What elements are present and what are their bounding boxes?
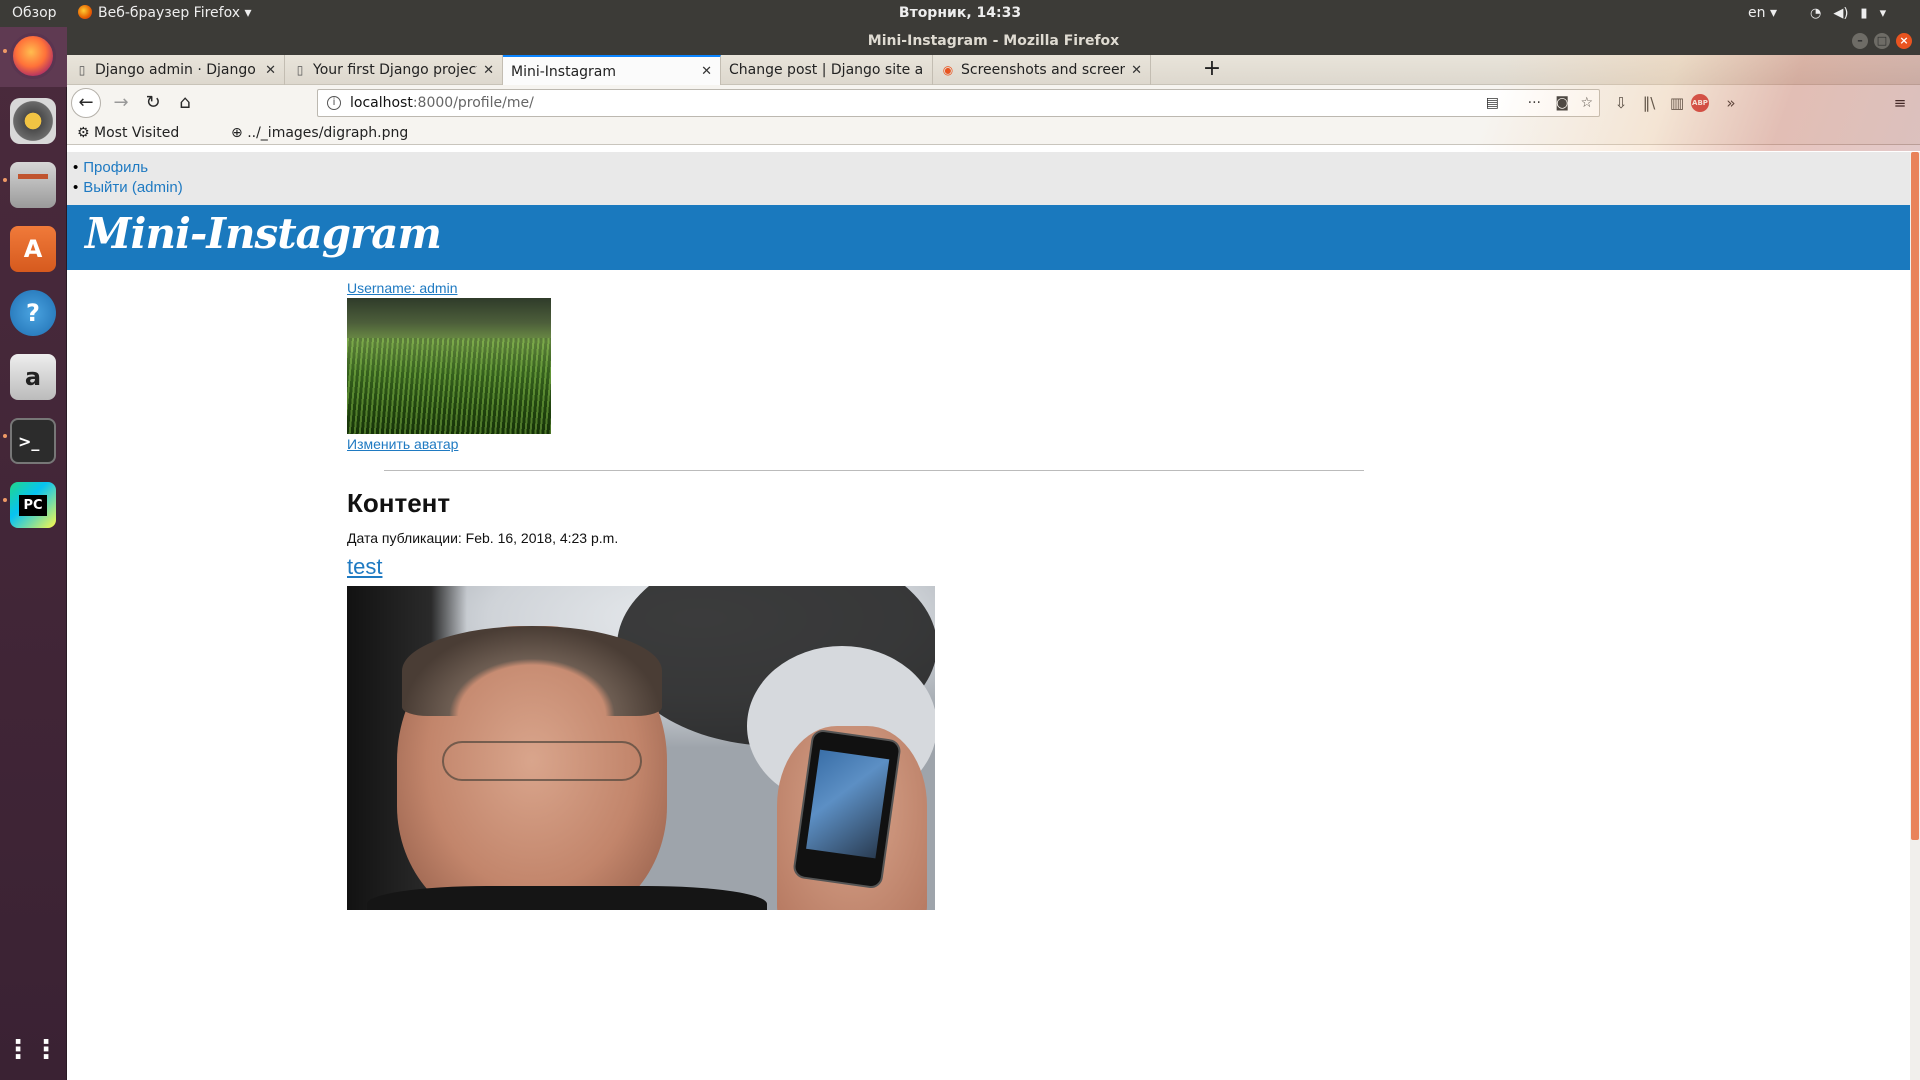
post-title-link[interactable]: test (347, 554, 382, 580)
language-label: en (1748, 5, 1766, 21)
window-controls: – □ × (1852, 33, 1912, 49)
bookmark-digraph[interactable]: ⊕ ../_images/digraph.png (231, 121, 408, 145)
desktop: Обзор Веб-браузер Firefox ▾ Вторник, 14:… (0, 0, 1920, 1080)
profile-link[interactable]: Профиль (83, 159, 148, 176)
show-applications-icon[interactable]: ⋮⋮ (5, 1027, 59, 1073)
bookmark-most-visited[interactable]: ⚙ Most Visited (77, 121, 179, 145)
tab-label: Django admin · Django G (95, 62, 260, 78)
overflow-menu-icon[interactable]: » (1718, 89, 1744, 117)
page-viewport: Профиль Выйти (admin) Mini-Instagram Use… (67, 152, 1920, 1080)
running-indicator (3, 498, 7, 502)
firefox-icon[interactable] (10, 33, 56, 79)
downloads-icon[interactable]: ⇩ (1608, 89, 1634, 117)
tab-change-post[interactable]: Change post | Django site ad (721, 55, 933, 85)
language-indicator[interactable]: en ▾ (1748, 0, 1777, 27)
post-image (347, 586, 935, 910)
close-icon[interactable]: ✕ (265, 63, 276, 78)
sidebar-icon[interactable]: ▥ (1664, 89, 1690, 117)
close-icon[interactable]: ✕ (1131, 63, 1142, 78)
chevron-down-icon: ▾ (1879, 6, 1887, 21)
hamburger-menu-icon[interactable]: ≡ (1887, 89, 1913, 117)
window-titlebar: Mini-Instagram - Mozilla Firefox – □ × (67, 27, 1920, 55)
bookmarks-toolbar: ⚙ Most Visited ⊕ ../_images/digraph.png (67, 121, 1920, 145)
terminal-icon[interactable]: >_ (10, 418, 56, 464)
image-glasses (442, 741, 642, 781)
page-actions-icon[interactable]: ··· (1528, 90, 1541, 116)
new-tab-button[interactable]: + (1197, 55, 1227, 85)
software-store-icon[interactable]: A (10, 226, 56, 272)
pocket-icon[interactable]: ◙ (1555, 90, 1569, 116)
files-icon[interactable] (10, 162, 56, 208)
maximize-icon[interactable]: □ (1874, 33, 1890, 49)
forward-button[interactable]: → (107, 89, 135, 117)
tab-label: Change post | Django site ad (729, 62, 924, 78)
close-icon[interactable]: ✕ (483, 63, 494, 78)
nav-item-logout: Выйти (admin) (73, 178, 1910, 198)
globe-icon: ⊕ (231, 125, 243, 141)
bookmark-star-icon[interactable]: ☆ (1580, 90, 1593, 116)
scrollbar-thumb[interactable] (1911, 152, 1919, 840)
nav-item-profile: Профиль (73, 158, 1910, 178)
home-button[interactable]: ⌂ (171, 89, 199, 117)
tab-label: Your first Django project (313, 62, 478, 78)
image-person-body (367, 886, 767, 910)
volume-icon: ◀) (1833, 6, 1849, 21)
running-indicator (3, 49, 7, 53)
divider (384, 470, 1364, 471)
gear-icon: ⚙ (77, 125, 90, 141)
tab-label: Mini-Instagram (511, 63, 617, 80)
firefox-window: Mini-Instagram - Mozilla Firefox – □ × ▯… (67, 27, 1920, 1080)
bookmark-label: Most Visited (94, 125, 180, 141)
tab-strip: ▯ Django admin · Django G ✕ ▯ Your first… (67, 55, 1920, 86)
change-avatar-link[interactable]: Изменить аватар (347, 436, 458, 452)
site-nav-menu: Профиль Выйти (admin) (67, 152, 1910, 205)
rhythmbox-icon[interactable] (10, 98, 56, 144)
running-indicator (3, 434, 7, 438)
reload-button[interactable]: ↻ (139, 89, 167, 117)
clock[interactable]: Вторник, 14:33 (0, 0, 1920, 27)
minimize-icon[interactable]: – (1852, 33, 1868, 49)
help-icon[interactable]: ? (10, 290, 56, 336)
reader-view-icon[interactable]: ▤ (1486, 90, 1499, 116)
logout-link[interactable]: Выйти (admin) (83, 179, 182, 196)
page-scrollbar[interactable] (1910, 152, 1920, 1080)
top-bar: Обзор Веб-браузер Firefox ▾ Вторник, 14:… (0, 0, 1920, 27)
tab-django-project[interactable]: ▯ Your first Django project ✕ (285, 55, 503, 85)
close-icon[interactable]: × (1896, 33, 1912, 49)
adblock-icon[interactable]: ABP (1691, 94, 1709, 112)
tab-django-admin[interactable]: ▯ Django admin · Django G ✕ (67, 55, 285, 85)
navigation-toolbar: ← → ↻ ⌂ i localhost:8000/profile/me/ ▤ ·… (67, 85, 1920, 121)
site-title[interactable]: Mini-Instagram (85, 209, 442, 258)
battery-icon: ▮ (1860, 6, 1868, 21)
section-title: Контент (347, 488, 451, 518)
tab-label: Screenshots and screenc (961, 62, 1126, 78)
tab-mini-instagram[interactable]: Mini-Instagram ✕ (503, 55, 721, 86)
window-title: Mini-Instagram - Mozilla Firefox (867, 33, 1120, 49)
pycharm-icon[interactable]: PC (10, 482, 56, 528)
book-icon: ▯ (296, 63, 304, 77)
close-icon[interactable]: ✕ (701, 64, 712, 79)
tab-screenshots[interactable]: ◉ Screenshots and screenc ✕ (933, 55, 1151, 85)
avatar (347, 298, 551, 434)
back-button[interactable]: ← (71, 88, 101, 118)
url-host: localhost (350, 95, 413, 111)
bookmark-label: ../_images/digraph.png (247, 125, 409, 141)
publication-date: Дата публикации: Feb. 16, 2018, 4:23 p.m… (347, 530, 619, 546)
ubuntu-icon: ◉ (942, 63, 954, 77)
site-header: Mini-Instagram (67, 205, 1910, 270)
username-link[interactable]: Username: admin (347, 280, 458, 296)
url-bar[interactable]: i localhost:8000/profile/me/ ▤ ··· ◙ ☆ (317, 89, 1600, 117)
launcher-dock: A ? a >_ PC ⋮⋮ (0, 27, 67, 1080)
image-person-hair (402, 626, 662, 716)
wifi-icon: ◔ (1810, 6, 1822, 21)
system-tray[interactable]: ◔ ◀) ▮ ▾ (1810, 0, 1886, 27)
amazon-icon[interactable]: a (10, 354, 56, 400)
book-icon: ▯ (78, 63, 86, 77)
running-indicator (3, 178, 7, 182)
info-icon[interactable]: i (327, 96, 341, 110)
library-icon[interactable]: ‖\ (1636, 89, 1662, 117)
url-path: :8000/profile/me/ (412, 95, 534, 111)
